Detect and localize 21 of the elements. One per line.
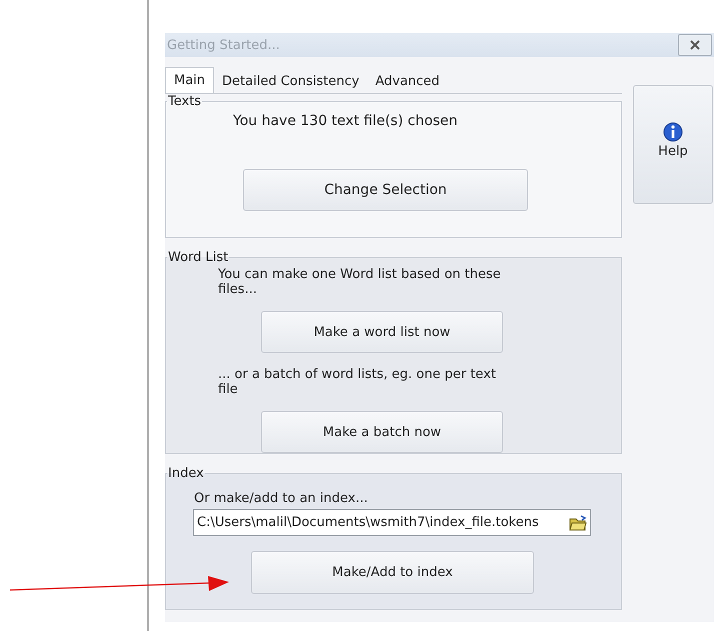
tab[interactable]: Detailed Consistency — [214, 69, 368, 93]
window-title: Getting Started... — [167, 38, 280, 52]
close-button[interactable] — [678, 34, 712, 56]
group-label: Index — [167, 466, 205, 481]
close-icon[interactable] — [689, 40, 701, 50]
action-button[interactable]: Change Selection — [243, 169, 528, 211]
tab[interactable]: Advanced — [367, 69, 448, 93]
instruction-text: ... or a batch of word lists, eg. one per text file — [218, 367, 497, 397]
help-button[interactable]: Help — [633, 85, 713, 204]
tab[interactable]: Main — [165, 67, 214, 93]
action-button[interactable]: Make a word list now — [261, 311, 503, 353]
group-label: Word List — [167, 250, 230, 265]
path-field[interactable]: C:\Users\malil\Documents\wsmith7\index_file.tokens — [193, 509, 591, 536]
action-button[interactable]: Make a batch now — [261, 411, 503, 453]
instruction-text: You can make one Word list based on these files... — [218, 267, 502, 297]
folder-icon[interactable] — [569, 514, 587, 530]
instruction-text: Or make/add to an index... — [194, 491, 369, 506]
instruction-text: You have 130 text file(s) chosen — [233, 113, 459, 129]
group-label: Texts — [167, 94, 202, 109]
action-button[interactable]: Make/Add to index — [251, 551, 534, 594]
info-icon — [663, 122, 683, 142]
